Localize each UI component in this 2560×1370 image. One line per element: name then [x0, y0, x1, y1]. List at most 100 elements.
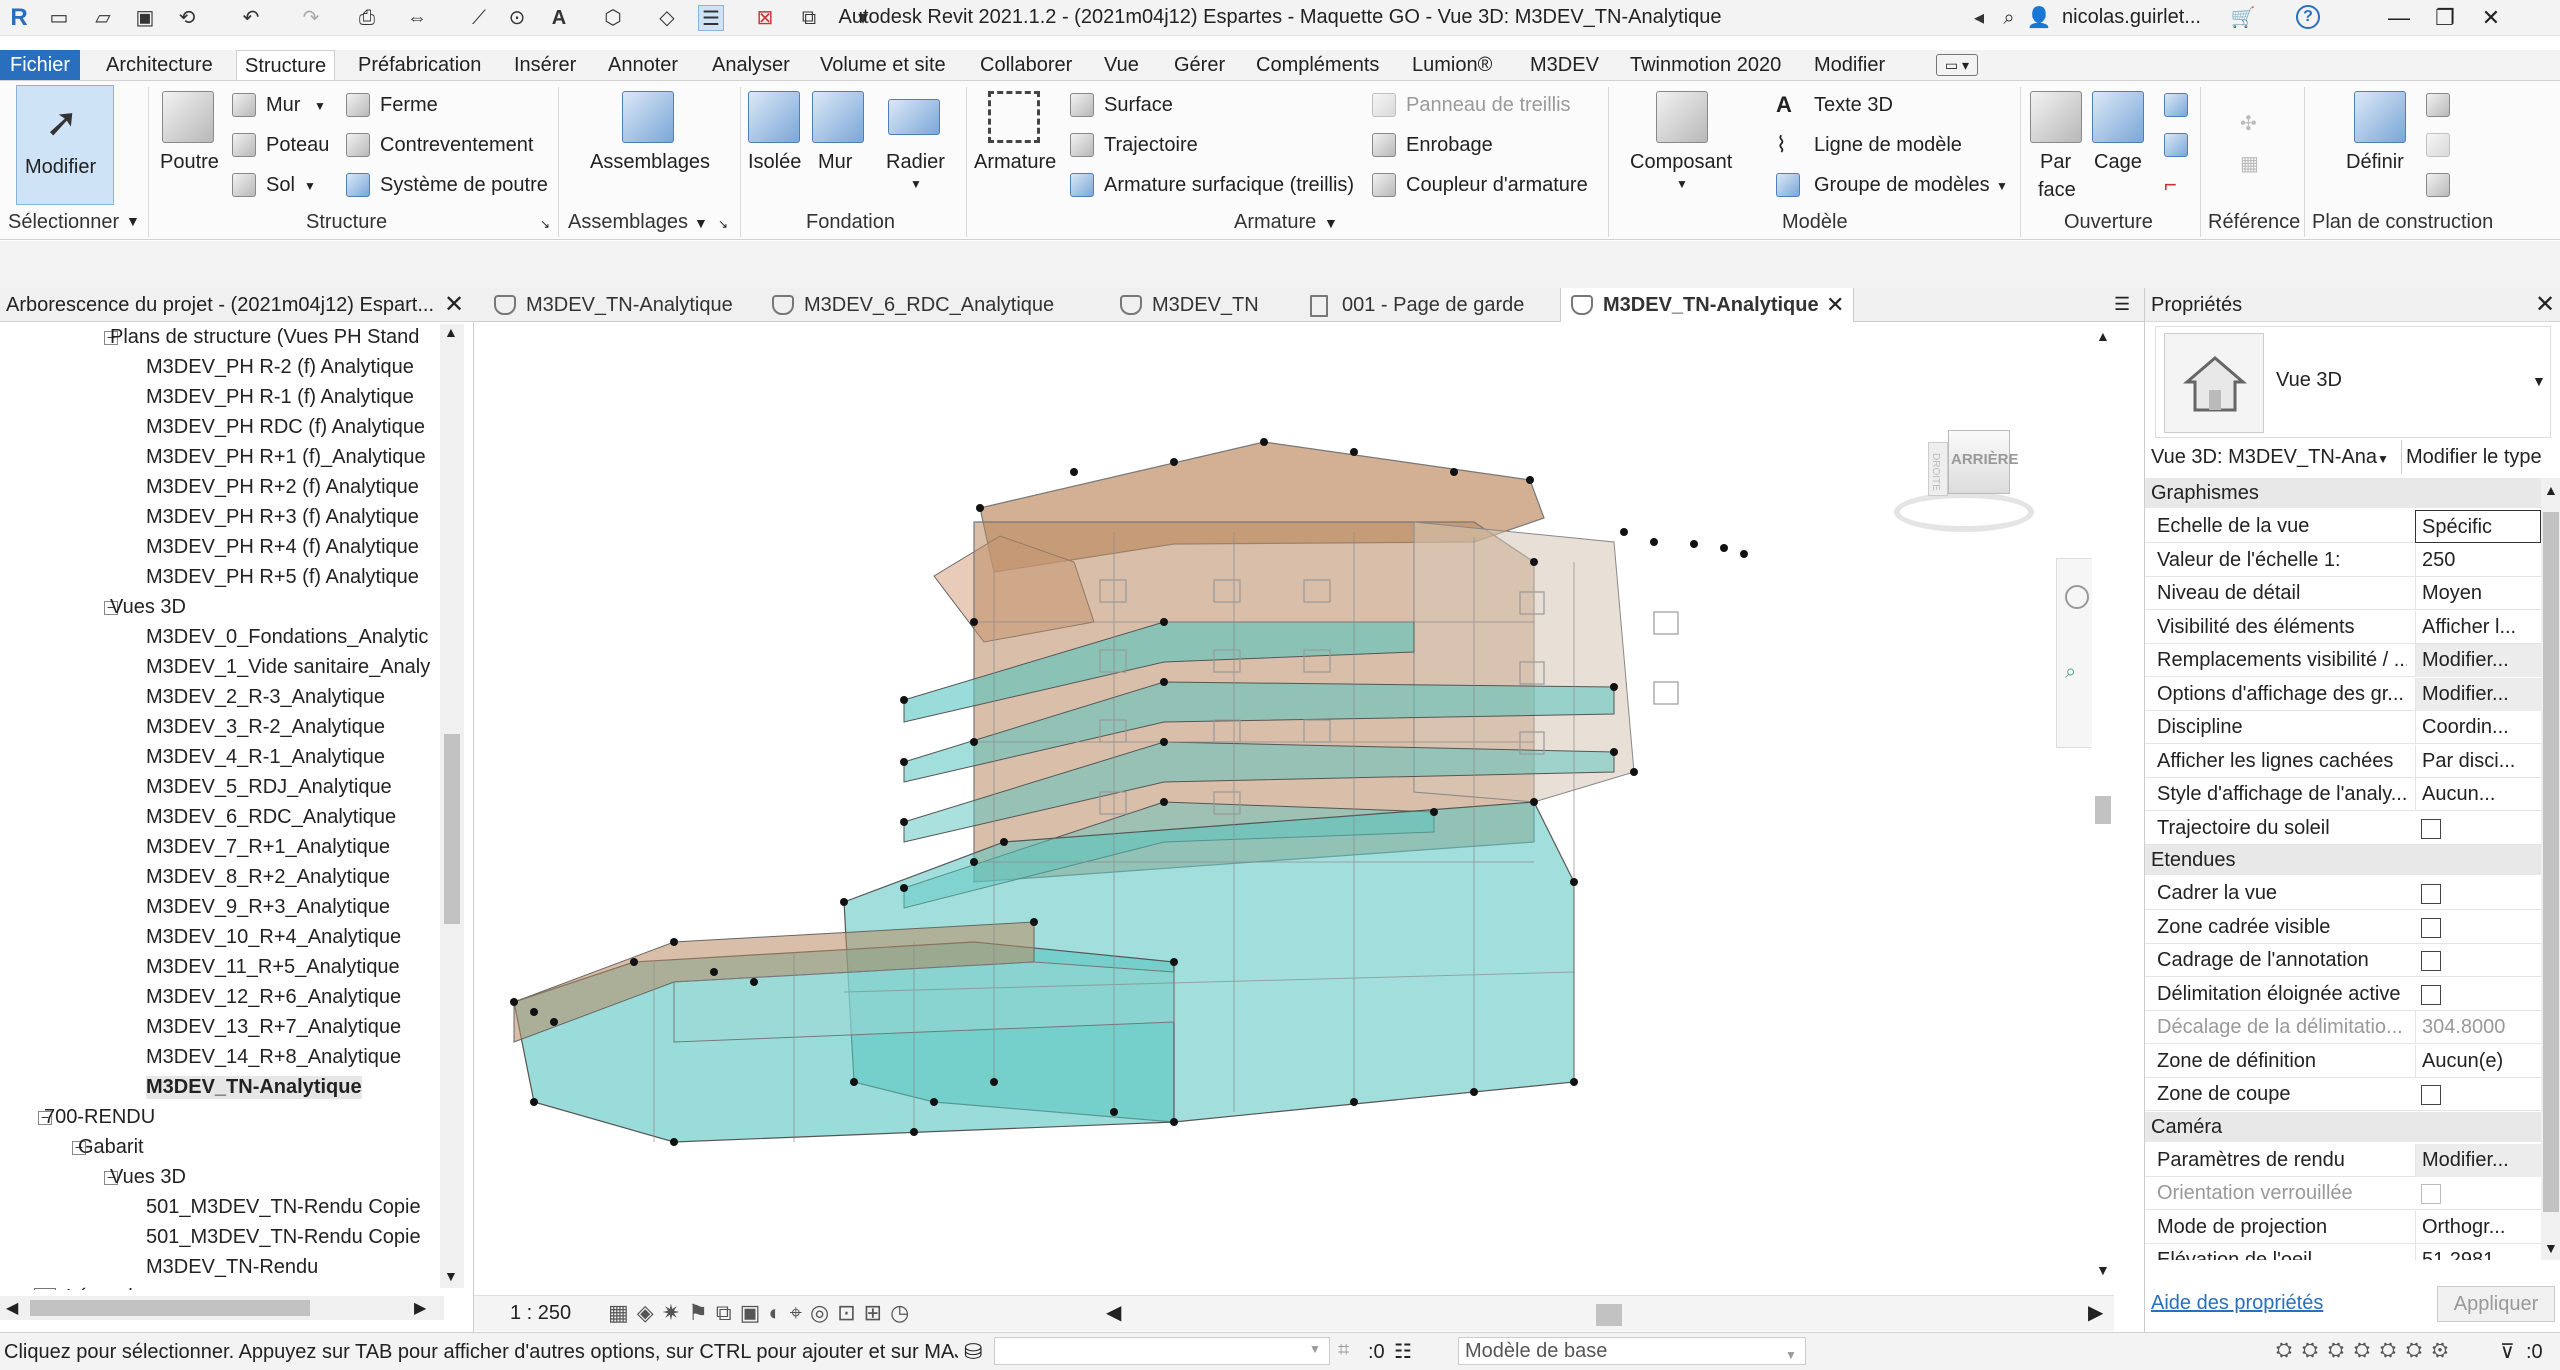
tag-icon[interactable]: ⊙ [504, 5, 530, 31]
property-row[interactable]: Style d'affichage de l'analy... Aucun... [2145, 778, 2541, 811]
groupe-modeles-button[interactable]: Groupe de modèles [1814, 174, 1990, 197]
tree-item[interactable]: M3DEV_7_R+1_Analytique [146, 836, 390, 859]
tree-item[interactable]: M3DEV_PH R+2 (f) Analytique [146, 476, 419, 499]
props-scroll-thumb[interactable] [2543, 512, 2559, 1212]
edit-type-button[interactable]: Modifier le type [2401, 440, 2560, 474]
menu-fichier[interactable]: Fichier [0, 50, 81, 80]
view-vscroll[interactable]: ▲ ▼ [2092, 322, 2114, 1284]
browser-hscrollbar[interactable]: ◀ ▶ [0, 1296, 444, 1320]
tab-view-3[interactable]: M3DEV_TN [1110, 288, 1290, 322]
view-hscroll-thumb[interactable] [1596, 1304, 1622, 1326]
tree-item[interactable]: M3DEV_12_R+6_Analytique [146, 986, 401, 1009]
property-value[interactable]: Moyen [2415, 577, 2541, 610]
tab-view-4[interactable]: 001 - Page de garde [1300, 288, 1600, 322]
truss-icon[interactable] [346, 93, 370, 117]
save-icon[interactable]: ▣ [132, 5, 158, 31]
property-checkbox[interactable] [2421, 984, 2441, 1005]
scroll-thumb[interactable] [444, 734, 460, 924]
tree-item[interactable]: M3DEV_PH R+5 (f) Analytique [146, 566, 419, 589]
instance-selector[interactable]: Vue 3D: M3DEV_TN-Ana [2151, 446, 2407, 469]
chevron-left-icon[interactable]: ◂ [1966, 5, 1992, 31]
property-value[interactable]: Spécific [2415, 510, 2541, 543]
chevron-down-icon[interactable]: ▼ [1996, 179, 2008, 193]
panel-assemblages[interactable]: Assemblages [568, 211, 688, 234]
model-text-icon[interactable]: A [1776, 93, 1800, 117]
property-value[interactable]: 51.2981 [2415, 1244, 2541, 1260]
tree-item[interactable]: M3DEV_6_RDC_Analytique [146, 806, 396, 829]
scroll-up-icon[interactable]: ▲ [444, 324, 458, 340]
scroll-right-icon[interactable]: ▶ [414, 1298, 426, 1318]
menu-volume-site[interactable]: Volume et site [812, 50, 954, 80]
apply-button[interactable]: Appliquer [2437, 1286, 2555, 1322]
view-canvas[interactable]: ARRIÈRE DROITE ⌕ ▲ ▼ [474, 322, 2114, 1284]
par-face-label-2[interactable]: face [2038, 179, 2076, 202]
panel-selectionner[interactable]: Sélectionner [8, 211, 119, 234]
tree-item[interactable]: M3DEV_TN-Rendu [146, 1256, 318, 1279]
column-icon[interactable] [232, 133, 256, 157]
property-value[interactable]: Aucun(e) [2415, 1044, 2541, 1078]
panel-armature[interactable]: Armature [1234, 211, 1316, 234]
tree-item[interactable]: M3DEV_TN-Analytique [146, 1076, 362, 1099]
open-icon[interactable]: ▱ [90, 5, 116, 31]
properties-help-link[interactable]: Aide des propriétés [2151, 1292, 2323, 1315]
tree-item[interactable]: M3DEV_8_R+2_Analytique [146, 866, 390, 889]
contreventement-button[interactable]: Contreventement [380, 134, 533, 157]
tree-item[interactable]: M3DEV_5_RDJ_Analytique [146, 776, 392, 799]
property-row[interactable]: Zone de définition Aucun(e) [2145, 1044, 2541, 1078]
tree-item[interactable]: M3DEV_2_R-3_Analytique [146, 686, 385, 709]
property-row[interactable]: Zone cadrée visible [2145, 911, 2541, 944]
tab-view-1[interactable]: M3DEV_TN-Analytique [484, 288, 752, 322]
editable-only-icon[interactable]: ⌗ [1338, 1339, 1349, 1362]
menu-lumion[interactable]: Lumion® [1404, 50, 1500, 80]
radier-button[interactable]: Radier [886, 151, 945, 174]
design-option-combo[interactable]: Modèle de base ▼ [1458, 1337, 1806, 1365]
isolated-footing-icon[interactable] [748, 91, 800, 143]
sol-button[interactable]: Sol [266, 174, 295, 197]
undo-icon[interactable]: ↶ [238, 5, 264, 31]
tree-item[interactable]: M3DEV_9_R+3_Analytique [146, 896, 390, 919]
view-cube-ring[interactable] [1894, 492, 2034, 532]
browser-scrollbar[interactable]: ▲ ▼ [440, 324, 464, 1288]
systeme-poutre-button[interactable]: Système de poutre [380, 174, 548, 197]
area-icon[interactable] [1070, 93, 1094, 117]
chevron-down-icon[interactable]: ▼ [2532, 373, 2546, 389]
tree-item[interactable]: Vues 3D [110, 596, 186, 619]
property-value[interactable]: Orthogr... [2415, 1210, 2541, 1244]
chevron-down-icon[interactable]: ▼ [910, 177, 922, 191]
dormer-icon[interactable]: ⌐ [2164, 173, 2188, 197]
level-icon[interactable]: ▦ [2240, 151, 2264, 175]
property-value[interactable]: 250 [2415, 543, 2541, 577]
menu-complements[interactable]: Compléments [1248, 50, 1387, 80]
help-icon[interactable]: ? [2296, 5, 2320, 29]
search-icon[interactable]: ⌕ [1996, 5, 2022, 31]
cage-button[interactable]: Cage [2094, 151, 2142, 174]
tree-item[interactable]: M3DEV_PH R+3 (f) Analytique [146, 506, 419, 529]
component-icon[interactable] [1656, 91, 1708, 143]
property-row[interactable]: Trajectoire du soleil [2145, 812, 2541, 845]
tree-item[interactable]: Légendes [66, 1286, 154, 1290]
property-row[interactable]: Remplacements visibilité / ... Modifier..… [2145, 644, 2541, 677]
cover-icon[interactable] [1372, 133, 1396, 157]
tab-view-2[interactable]: M3DEV_6_RDC_Analytique [762, 288, 1102, 322]
chevron-down-icon[interactable]: ▼ [1676, 177, 1688, 191]
menu-analyser[interactable]: Analyser [704, 50, 798, 80]
ferme-button[interactable]: Ferme [380, 94, 438, 117]
close-tab-icon[interactable]: ✕ [1826, 292, 1844, 318]
surface-button[interactable]: Surface [1104, 94, 1173, 117]
menu-vue[interactable]: Vue [1096, 50, 1147, 80]
user-icon[interactable]: 👤 [2026, 5, 2052, 31]
text-icon[interactable]: A [546, 5, 572, 31]
chevron-down-icon[interactable]: ▼ [126, 213, 140, 229]
property-value[interactable]: 304.8000 [2415, 1011, 2541, 1044]
view-cube-face-back[interactable]: ARRIÈRE [1948, 430, 2019, 494]
definir-button[interactable]: Définir [2346, 151, 2404, 174]
property-row[interactable]: Mode de projection Orthogr... [2145, 1210, 2541, 1244]
scroll-up-icon[interactable]: ▲ [2544, 482, 2558, 498]
composant-button[interactable]: Composant [1630, 151, 1732, 174]
rebar-icon[interactable] [988, 91, 1040, 143]
property-edit-button[interactable]: Modifier... [2415, 677, 2541, 711]
property-row[interactable]: Décalage de la délimitatio... 304.8000 [2145, 1011, 2541, 1044]
grid-icon[interactable]: ✣ [2240, 111, 2264, 135]
texte3d-button[interactable]: Texte 3D [1814, 94, 1893, 117]
path-icon[interactable] [1070, 133, 1094, 157]
